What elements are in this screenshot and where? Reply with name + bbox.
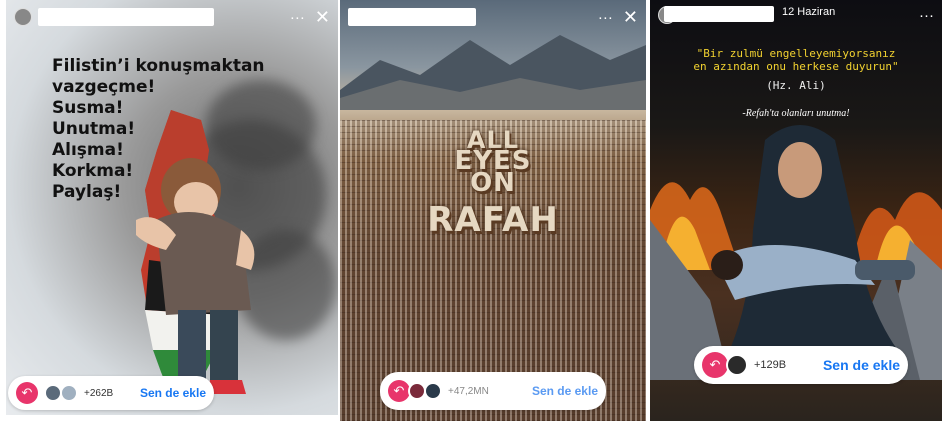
poster-line: Korkma! bbox=[52, 161, 134, 181]
story-header: ··· ✕ bbox=[14, 6, 330, 28]
avatar bbox=[60, 384, 78, 402]
story-panel-refah[interactable]: 12 Haziran ··· "Bir zulmü engelleyemiyor… bbox=[650, 0, 942, 421]
poster-line: Paylaş! bbox=[52, 182, 122, 202]
story-header: 12 Haziran ··· bbox=[658, 4, 934, 26]
story-panel-palestine[interactable]: ··· ✕ Filistin’i konuşmaktan vazgeçme! S… bbox=[6, 0, 338, 415]
poster-line: Unutma! bbox=[52, 119, 136, 139]
quote-line: en azından onu herkese duyurun" bbox=[693, 60, 899, 73]
quote-author: (Hz. Ali) bbox=[766, 79, 826, 92]
redacted-username bbox=[38, 8, 214, 26]
poster-line: Susma! bbox=[52, 98, 124, 118]
poster-line: Alışma! bbox=[52, 140, 124, 160]
add-yours-button[interactable]: Sen de ekle bbox=[532, 384, 598, 398]
poster-text: Filistin’i konuşmaktan vazgeçme! Susma! … bbox=[52, 56, 265, 203]
stories-collage: ··· ✕ Filistin’i konuşmaktan vazgeçme! S… bbox=[0, 0, 942, 421]
share-count: +47,2MN bbox=[448, 385, 489, 397]
more-options-icon[interactable]: ··· bbox=[919, 7, 934, 24]
share-count: +262B bbox=[84, 387, 114, 399]
reply-icon[interactable]: ↶ bbox=[702, 352, 728, 378]
more-options-icon[interactable]: ··· bbox=[598, 9, 613, 26]
add-yours-button[interactable]: Sen de ekle bbox=[823, 357, 900, 373]
image-text-on: ON bbox=[470, 168, 516, 198]
close-icon[interactable]: ✕ bbox=[623, 7, 638, 28]
add-yours-button[interactable]: Sen de ekle bbox=[140, 386, 206, 400]
poster-line: vazgeçme! bbox=[52, 77, 156, 97]
reply-icon[interactable]: ↶ bbox=[388, 380, 410, 402]
story-footer: ↶ +262B Sen de ekle bbox=[8, 376, 214, 410]
avatar bbox=[726, 354, 748, 376]
avatar[interactable] bbox=[14, 8, 32, 26]
story-footer: ↶ +47,2MN Sen de ekle bbox=[380, 372, 606, 410]
mountains-image bbox=[340, 35, 646, 110]
redacted-username bbox=[664, 6, 774, 22]
poster-line: Filistin’i konuşmaktan bbox=[52, 56, 265, 76]
story-panel-rafah[interactable]: ··· ✕ ALL EYES ON RAFAH ↶ +47,2MN Sen de… bbox=[340, 0, 646, 421]
mother-child-image bbox=[711, 125, 915, 360]
share-count: +129B bbox=[754, 359, 787, 371]
story-header: ··· ✕ bbox=[348, 6, 638, 28]
close-icon[interactable]: ✕ bbox=[315, 7, 330, 28]
more-options-icon[interactable]: ··· bbox=[290, 9, 305, 26]
redacted-username bbox=[348, 8, 476, 26]
reply-icon[interactable]: ↶ bbox=[16, 382, 38, 404]
story-date: 12 Haziran bbox=[782, 6, 836, 18]
avatar bbox=[424, 382, 442, 400]
story-caption: -Refah'ta olanları unutma! bbox=[742, 108, 850, 119]
story-footer: ↶ +129B Sen de ekle bbox=[694, 346, 908, 384]
image-text-rafah: RAFAH bbox=[427, 200, 559, 240]
